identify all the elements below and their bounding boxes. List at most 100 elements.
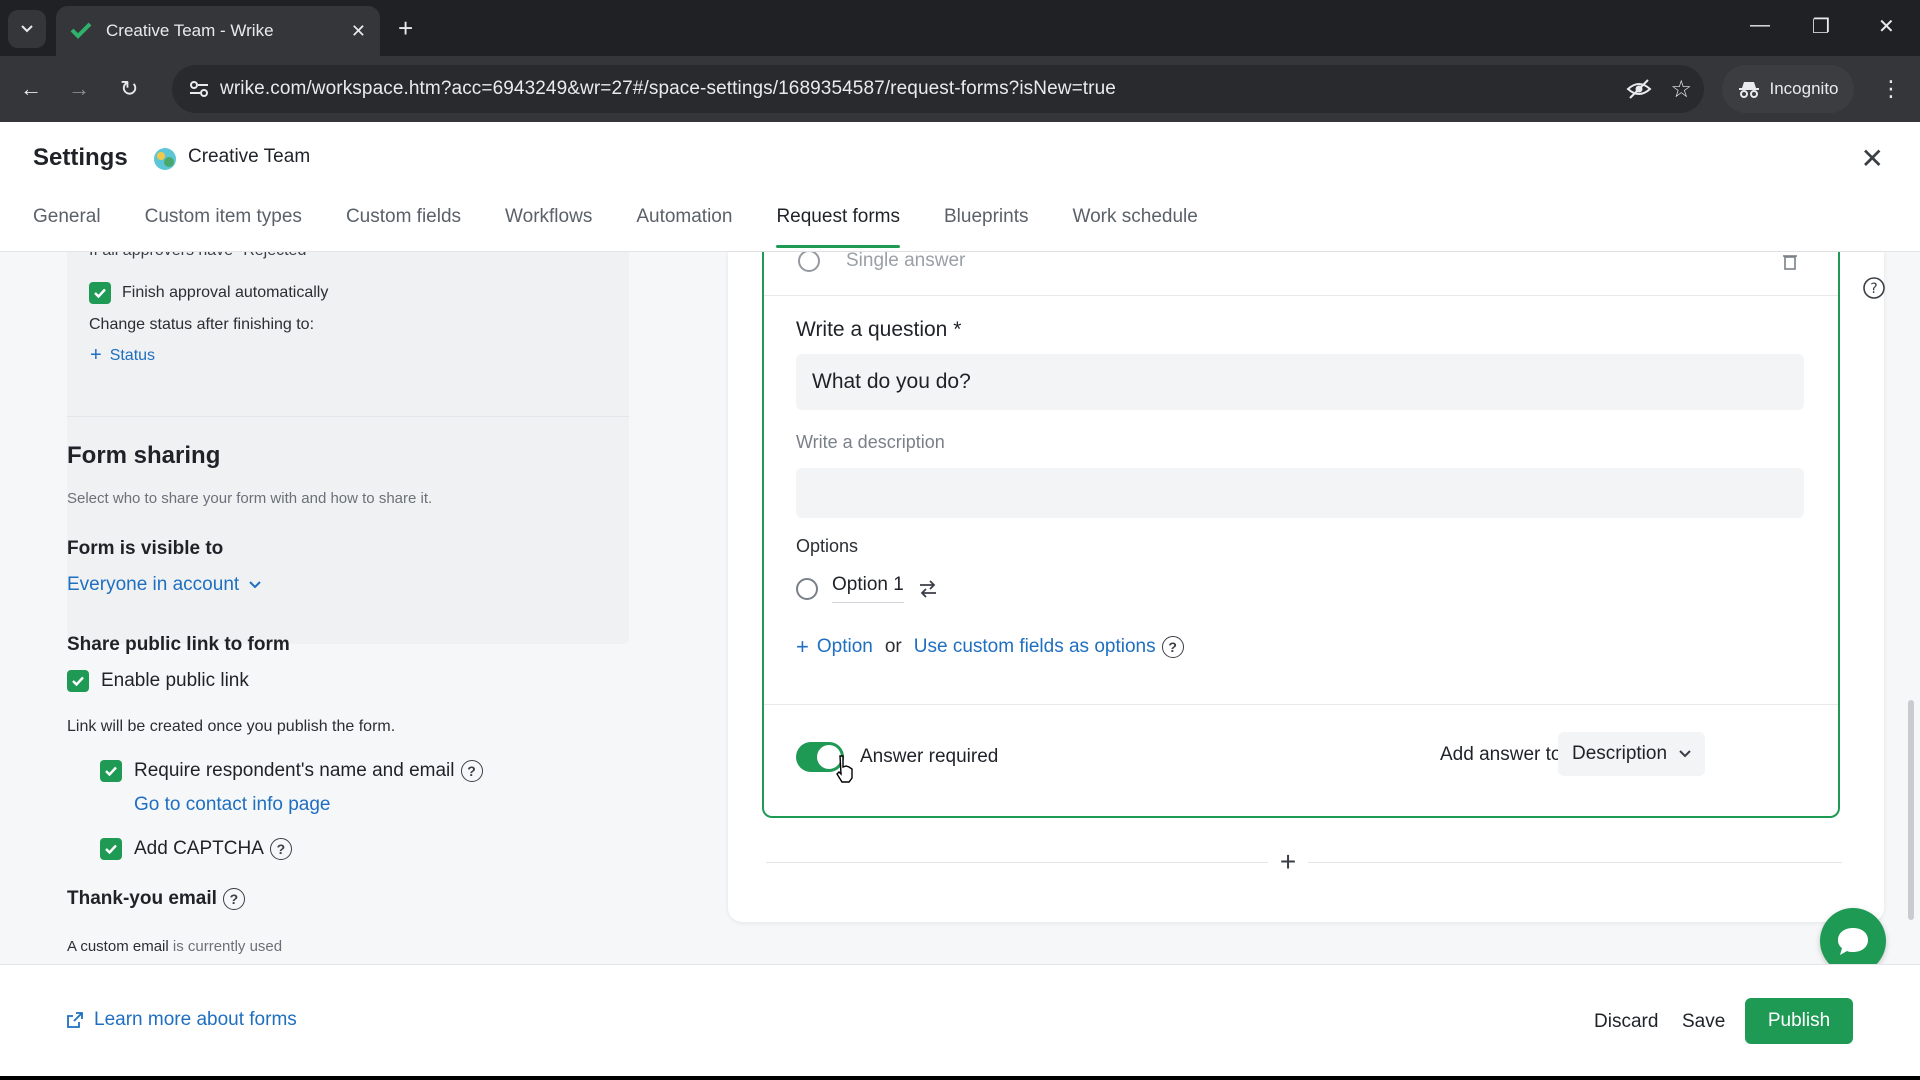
- tab-title: Creative Team - Wrike: [106, 21, 274, 40]
- bookmark-star-icon[interactable]: ☆: [1670, 75, 1692, 104]
- description-label: Write a description: [796, 432, 945, 452]
- plus-icon[interactable]: +: [796, 634, 809, 660]
- save-button[interactable]: Save: [1682, 1011, 1725, 1033]
- restore-icon[interactable]: ❐: [1812, 14, 1830, 39]
- page-title: Settings: [33, 144, 128, 171]
- taskbar-edge: [0, 1076, 1920, 1080]
- plus-icon: +: [90, 344, 102, 366]
- require-name-email-row: Require respondent's name and email ?: [100, 760, 483, 782]
- visible-to-dropdown[interactable]: Everyone in account: [67, 574, 261, 596]
- help-icon[interactable]: ?: [460, 760, 483, 782]
- question-card: Single answer Write a question * What do…: [762, 252, 1840, 818]
- reload-icon[interactable]: ↻: [120, 76, 138, 102]
- help-icon[interactable]: ?: [1161, 636, 1184, 658]
- require-name-email-checkbox[interactable]: [100, 760, 122, 782]
- incognito-badge[interactable]: Incognito: [1722, 65, 1854, 113]
- question-input[interactable]: What do you do?: [796, 354, 1804, 410]
- settings-header: Settings Creative Team ✕ General Custom …: [0, 122, 1920, 252]
- eye-off-icon[interactable]: [1626, 77, 1652, 101]
- help-icon[interactable]: ?: [1862, 276, 1886, 300]
- learn-more-label: Learn more about forms: [94, 1009, 297, 1030]
- discard-button[interactable]: Discard: [1594, 1011, 1658, 1033]
- check-icon: [72, 676, 84, 687]
- question-type-row[interactable]: Single answer: [764, 252, 1838, 296]
- tab-general[interactable]: General: [33, 206, 101, 248]
- close-window-icon[interactable]: ✕: [1878, 14, 1895, 39]
- question-type-label: Single answer: [846, 252, 966, 271]
- option-1-radio[interactable]: [796, 577, 818, 600]
- answer-required-label: Answer required: [860, 746, 999, 767]
- url-text: wrike.com/workspace.htm?acc=6943249&wr=2…: [220, 78, 1116, 99]
- add-question-button[interactable]: +: [1268, 844, 1308, 882]
- footer-bar: Learn more about forms Discard Save: [0, 964, 1920, 1080]
- svg-text:?: ?: [1870, 281, 1877, 297]
- visible-to-value: Everyone in account: [67, 574, 240, 595]
- browser-tab[interactable]: Creative Team - Wrike ✕: [56, 6, 380, 56]
- enable-public-link-checkbox[interactable]: [67, 670, 89, 692]
- public-link-title: Share public link to form: [67, 634, 290, 655]
- captcha-checkbox[interactable]: [100, 838, 122, 860]
- learn-more-link[interactable]: Learn more about forms: [66, 1009, 297, 1031]
- delete-icon[interactable]: [1782, 252, 1798, 270]
- site-settings-icon[interactable]: [188, 78, 210, 100]
- wrike-logo-icon: [70, 22, 92, 39]
- divider: [67, 416, 629, 417]
- publish-button[interactable]: Publish: [1745, 998, 1853, 1044]
- require-name-email-label: Require respondent's name and email: [134, 760, 455, 781]
- add-answer-to-label: Add answer to: [1440, 744, 1562, 765]
- forward-icon[interactable]: →: [68, 76, 90, 102]
- question-input-value: What do you do?: [812, 370, 971, 393]
- form-sharing-title: Form sharing: [67, 442, 221, 469]
- settings-tabs: General Custom item types Custom fields …: [33, 206, 1242, 248]
- options-label: Options: [796, 536, 859, 556]
- tab-automation[interactable]: Automation: [636, 206, 732, 248]
- option-1-row[interactable]: Option 1: [796, 574, 938, 603]
- add-option-link[interactable]: Option: [817, 636, 873, 658]
- option-1-label[interactable]: Option 1: [832, 574, 904, 603]
- finish-approval-checkbox[interactable]: [89, 282, 111, 304]
- back-icon[interactable]: ←: [20, 76, 42, 102]
- minimize-icon[interactable]: —: [1750, 14, 1770, 37]
- tab-request-forms[interactable]: Request forms: [776, 206, 900, 248]
- space-avatar-icon: [154, 148, 176, 170]
- enable-public-link-row: Enable public link: [67, 670, 249, 692]
- visible-to-label: Form is visible to: [67, 538, 224, 559]
- radio-icon: [798, 252, 820, 272]
- tab-custom-fields[interactable]: Custom fields: [346, 206, 461, 248]
- browser-tab-bar: Creative Team - Wrike ✕ + — ❐ ✕: [0, 0, 1920, 56]
- reorder-arrows-icon[interactable]: [918, 579, 938, 598]
- tab-workflows[interactable]: Workflows: [505, 206, 592, 248]
- tab-work-schedule[interactable]: Work schedule: [1073, 206, 1198, 248]
- change-status-label: Change status after finishing to:: [89, 316, 315, 333]
- add-option-row: + Option or Use custom fields as options…: [796, 634, 1184, 660]
- description-input[interactable]: [796, 468, 1804, 518]
- new-tab-button[interactable]: +: [398, 14, 413, 42]
- close-tab-icon[interactable]: ✕: [351, 21, 366, 42]
- add-answer-to-dropdown[interactable]: Description: [1558, 732, 1706, 776]
- external-link-icon: [67, 1012, 83, 1028]
- rejected-rule-text: If all approvers have "Rejected": [89, 252, 312, 260]
- help-icon[interactable]: ?: [269, 838, 292, 860]
- tab-blueprints[interactable]: Blueprints: [944, 206, 1029, 248]
- check-icon: [105, 766, 117, 777]
- custom-email-note-bold: A custom email: [67, 938, 169, 955]
- custom-fields-link[interactable]: Use custom fields as options: [914, 636, 1156, 658]
- write-question-label: Write a question *: [796, 318, 962, 341]
- help-icon[interactable]: ?: [222, 888, 245, 910]
- browser-menu-icon[interactable]: ⋮: [1880, 76, 1902, 102]
- incognito-label: Incognito: [1769, 79, 1839, 98]
- add-status-link[interactable]: + Status: [90, 344, 155, 367]
- scrollbar[interactable]: [1908, 700, 1914, 920]
- hand-cursor-icon: [836, 755, 853, 783]
- check-icon: [94, 288, 106, 299]
- thank-you-row: Thank-you email ?: [67, 888, 245, 910]
- link-note: Link will be created once you publish th…: [67, 718, 396, 735]
- chevron-down-icon: [21, 25, 33, 33]
- form-builder-panel: Single answer Write a question * What do…: [728, 252, 1884, 922]
- tab-search-button[interactable]: [8, 10, 46, 48]
- contact-info-link[interactable]: Go to contact info page: [134, 794, 330, 816]
- address-bar[interactable]: wrike.com/workspace.htm?acc=6943249&wr=2…: [172, 65, 1704, 113]
- tab-custom-item-types[interactable]: Custom item types: [145, 206, 302, 248]
- close-settings-icon[interactable]: ✕: [1861, 142, 1884, 175]
- captcha-row: Add CAPTCHA ?: [100, 838, 292, 860]
